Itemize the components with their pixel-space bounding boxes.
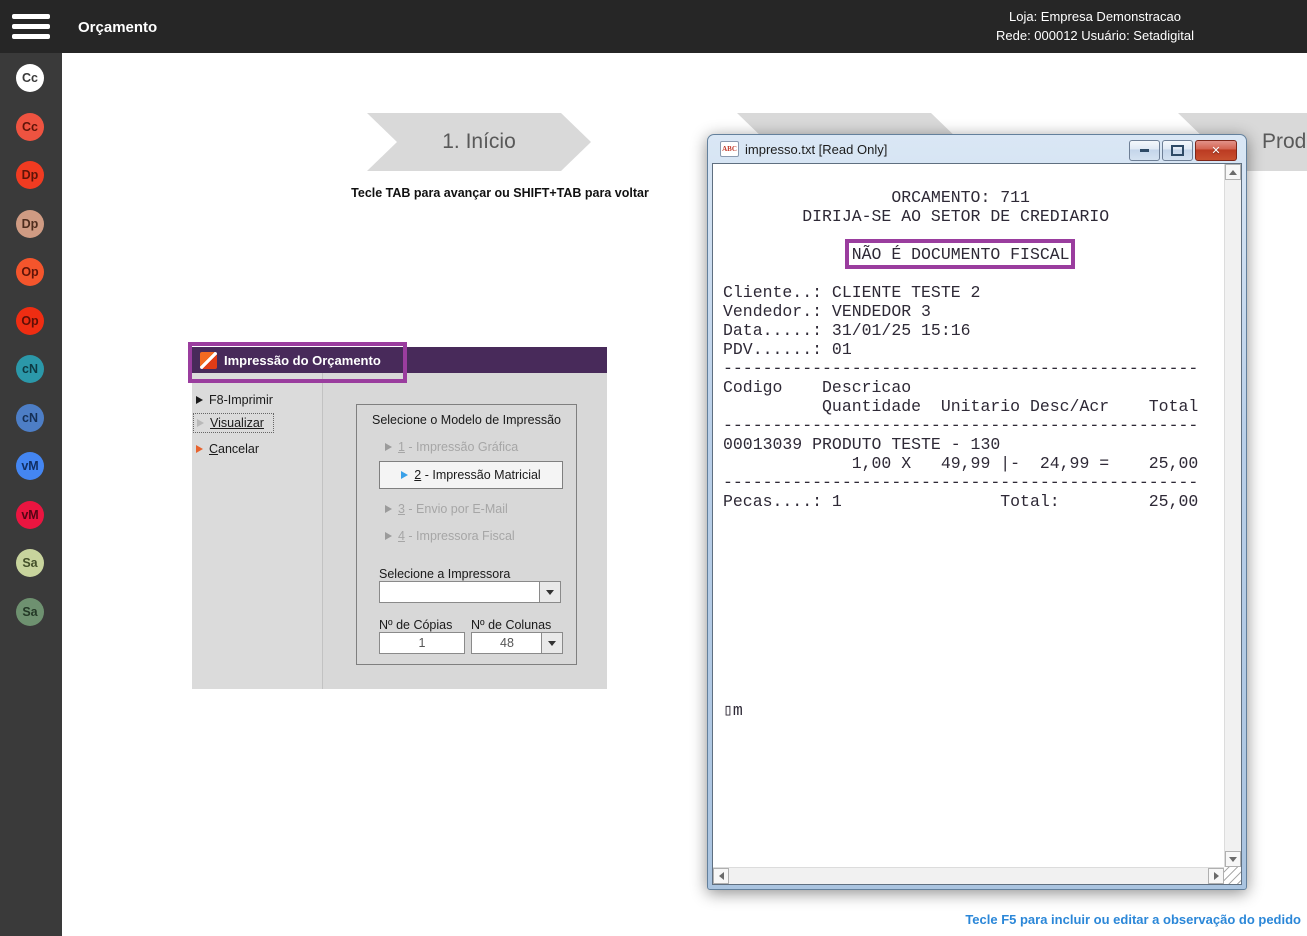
print-model-label: Selecione o Modelo de Impressão (371, 413, 561, 427)
print-dialog-title: Impressão do Orçamento (224, 352, 381, 368)
notepad-title: impresso.txt [Read Only] (745, 141, 888, 157)
sidebar-item-dp-1[interactable]: Dp (16, 161, 44, 189)
minimize-button[interactable] (1129, 140, 1160, 161)
print-dialog-titlebar: Impressão do Orçamento (192, 347, 607, 373)
print-dialog: Impressão do Orçamento F8-Imprimir Visua… (192, 347, 607, 689)
f5-observation-hint: Tecle F5 para incluir ou editar a observ… (965, 912, 1301, 927)
notepad-titlebar[interactable]: ABC impresso.txt [Read Only] (720, 141, 887, 157)
notepad-text-area[interactable]: ORCAMENTO: 711 DIRIJA-SE AO SETOR DE CRE… (712, 163, 1242, 885)
sidebar-item-op-1[interactable]: Op (16, 258, 44, 286)
close-icon: ✕ (1211, 145, 1221, 157)
chevron-down-icon (546, 589, 554, 595)
columns-label: Nº de Colunas (471, 618, 552, 632)
abc-document-icon: ABC (720, 141, 739, 157)
arrow-right-icon (1213, 872, 1219, 880)
arrow-right-icon (196, 396, 203, 404)
tab-navigation-hint: Tecle TAB para avançar ou SHIFT+TAB para… (351, 186, 649, 200)
print-dialog-body: F8-Imprimir Visualizar Cancelar Selecion… (192, 373, 607, 689)
printer-select-label: Selecione a Impressora (379, 567, 511, 581)
seta-logo-icon (200, 351, 217, 369)
close-button[interactable]: ✕ (1195, 140, 1237, 161)
print-button[interactable]: F8-Imprimir (196, 391, 273, 409)
arrow-up-icon (1229, 169, 1237, 175)
wizard-step-label: 1. Início (442, 130, 516, 153)
arrow-right-icon (385, 505, 392, 513)
sidebar: Cc Cc Dp Dp Op Op cN cN vM vM Sa Sa (0, 53, 62, 936)
session-info: Loja: Empresa Demonstracao Rede: 000012 … (930, 7, 1260, 45)
option-impressora-fiscal[interactable]: 4 - Impressora Fiscal (385, 527, 515, 545)
printer-select-value[interactable] (379, 581, 541, 603)
sidebar-item-cc-1[interactable]: Cc (16, 64, 44, 92)
columns-input[interactable]: 48 (471, 632, 543, 654)
copies-input[interactable]: 1 (379, 632, 465, 654)
arrow-left-icon (718, 872, 724, 880)
sidebar-item-sa-1[interactable]: Sa (16, 549, 44, 577)
chevron-down-icon (548, 640, 556, 646)
option-impressao-grafica[interactable]: 1 - Impressão Gráfica (385, 438, 518, 456)
network-user-label: Rede: 000012 Usuário: Setadigital (995, 28, 1195, 43)
resize-grip[interactable] (1224, 867, 1241, 884)
option-envio-email[interactable]: 3 - Envio por E-Mail (385, 500, 508, 518)
scroll-left-button[interactable] (713, 868, 729, 884)
arrow-down-icon (1229, 856, 1237, 862)
print-dialog-actions: F8-Imprimir Visualizar Cancelar (192, 373, 323, 689)
cancel-button[interactable]: Cancelar (196, 440, 259, 458)
maximize-button[interactable] (1162, 140, 1193, 161)
preview-button[interactable]: Visualizar (193, 413, 274, 433)
sidebar-item-vm-1[interactable]: vM (16, 452, 44, 480)
arrow-right-icon (196, 445, 203, 453)
sidebar-item-cn-1[interactable]: cN (16, 355, 44, 383)
scroll-up-button[interactable] (1225, 164, 1241, 180)
notepad-window: ABC impresso.txt [Read Only] ✕ ORCAMENTO… (707, 134, 1247, 890)
sidebar-item-dp-2[interactable]: Dp (16, 210, 44, 238)
maximize-icon (1171, 145, 1184, 156)
copies-label: Nº de Cópias (379, 618, 453, 632)
columns-dropdown-button[interactable] (541, 632, 563, 654)
arrow-right-icon (401, 471, 409, 479)
receipt-text: ORCAMENTO: 711 DIRIJA-SE AO SETOR DE CRE… (723, 188, 1199, 720)
hamburger-menu-icon[interactable] (12, 14, 50, 40)
store-label: Loja: Empresa Demonstracao (1009, 9, 1181, 24)
scroll-right-button[interactable] (1208, 868, 1224, 884)
arrow-right-icon (197, 419, 204, 427)
arrow-right-icon (385, 532, 392, 540)
horizontal-scrollbar[interactable] (713, 867, 1224, 884)
minimize-icon (1140, 149, 1149, 152)
option-impressao-matricial[interactable]: 2 - Impressão Matricial (379, 461, 563, 489)
app-screen: Orçamento Loja: Empresa Demonstracao Red… (0, 0, 1307, 936)
print-model-groupbox: Selecione o Modelo de Impressão 1 - Impr… (356, 404, 577, 665)
scroll-down-button[interactable] (1225, 851, 1241, 867)
sidebar-item-op-2[interactable]: Op (16, 307, 44, 335)
wizard-step-inicio: 1. Início (367, 113, 591, 171)
sidebar-item-cn-2[interactable]: cN (16, 404, 44, 432)
sidebar-item-cc-2[interactable]: Cc (16, 113, 44, 141)
printer-dropdown-button[interactable] (539, 581, 561, 603)
wizard-step-label: Produ (1262, 130, 1307, 153)
sidebar-item-vm-2[interactable]: vM (16, 501, 44, 529)
top-bar: Orçamento Loja: Empresa Demonstracao Red… (0, 0, 1307, 53)
page-title: Orçamento (78, 19, 158, 36)
vertical-scrollbar[interactable] (1224, 164, 1241, 867)
arrow-right-icon (385, 443, 392, 451)
sidebar-item-sa-2[interactable]: Sa (16, 598, 44, 626)
